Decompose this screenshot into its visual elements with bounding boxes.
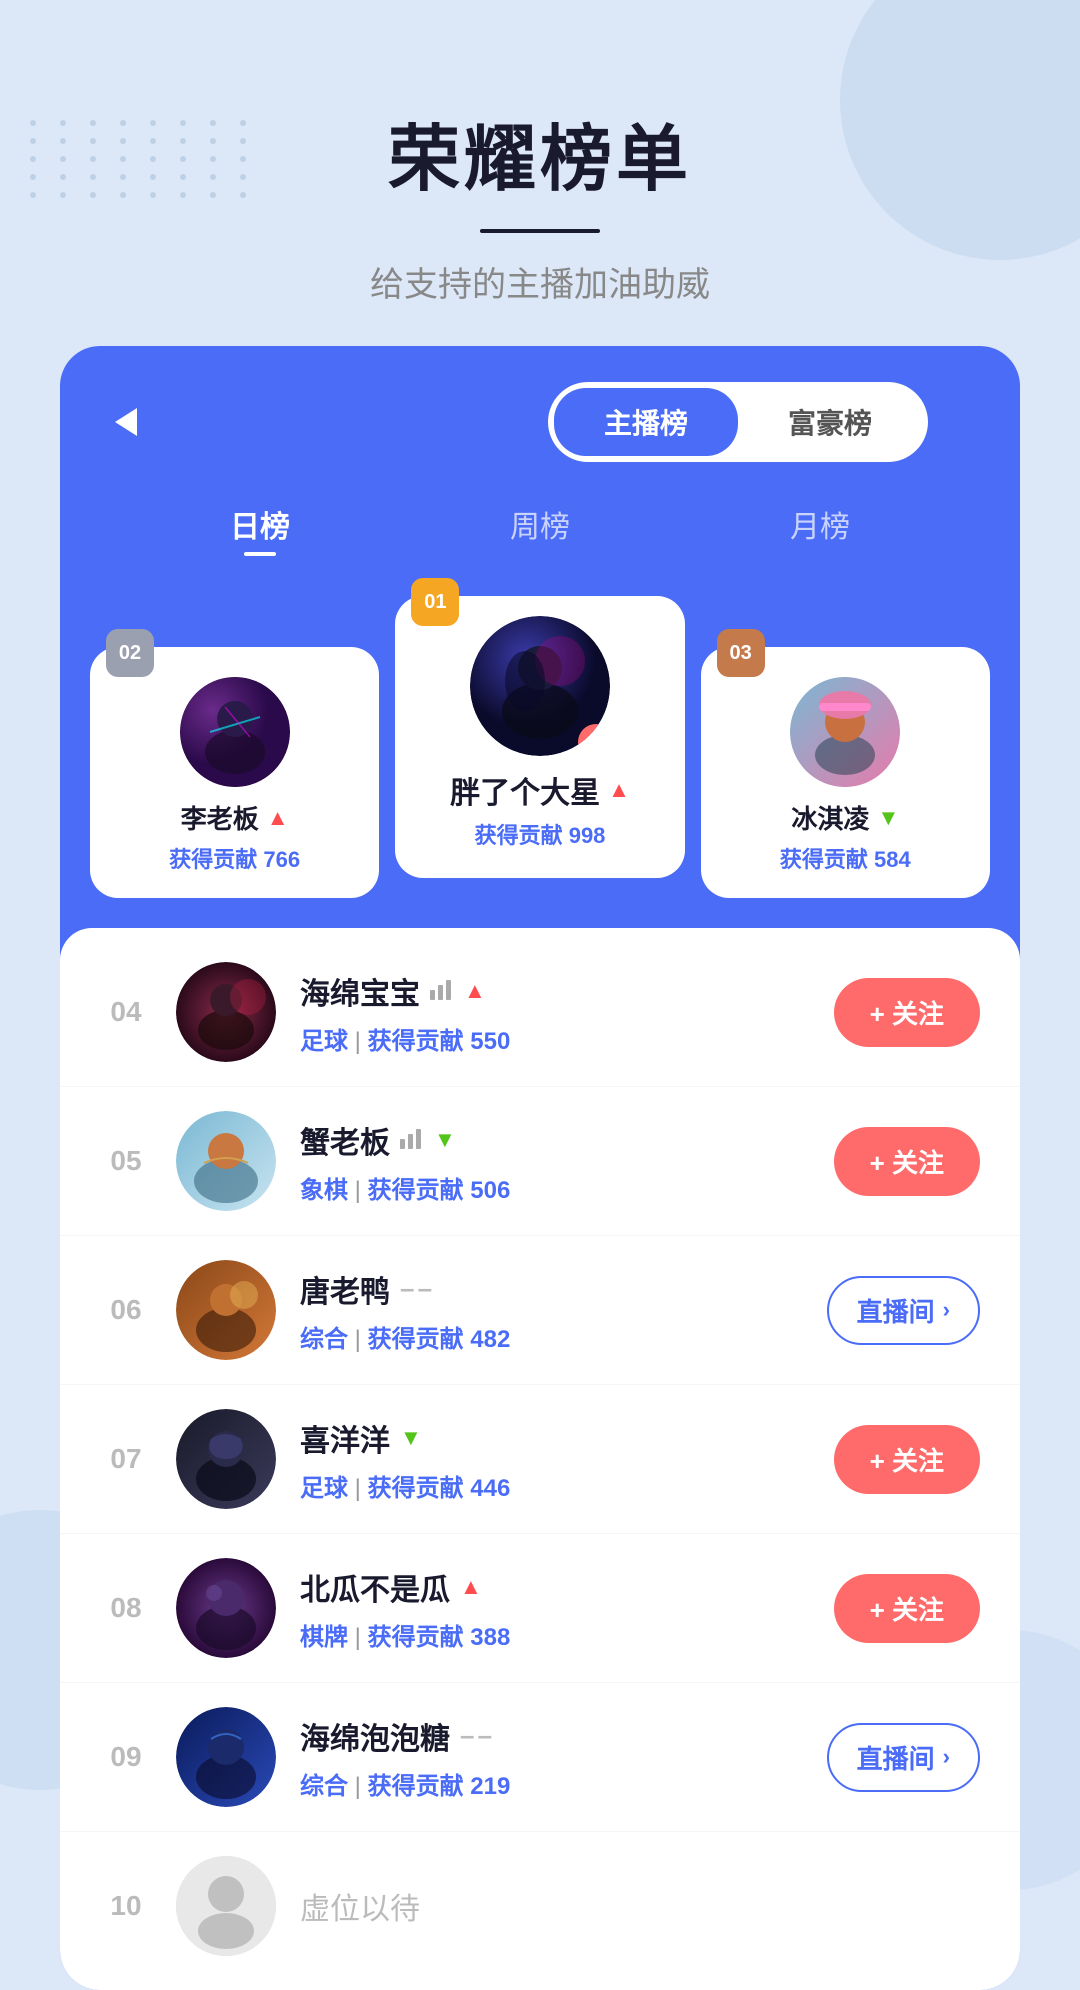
follow-btn-05[interactable]: + 关注 xyxy=(834,1127,980,1196)
page-title: 荣耀榜单 xyxy=(0,100,1080,205)
avatar-05 xyxy=(176,1111,276,1211)
podium-rank1: 01 xyxy=(395,596,684,878)
info-07: 喜洋洋 ▼ 足球 | 获得贡献 446 xyxy=(300,1416,834,1503)
sub-tab-monthly[interactable]: 月榜 xyxy=(770,492,870,556)
bar-icon-04 xyxy=(430,974,454,1008)
meta-06: 综合 | 获得贡献 482 xyxy=(300,1319,827,1354)
list-item: 08 北瓜不是瓜 ▲ 棋牌 | 获得贡献 388 + xyxy=(60,1534,1020,1683)
rank2-badge: 02 xyxy=(106,629,154,677)
tab-rich[interactable]: 富豪榜 xyxy=(738,388,922,456)
follow-btn-04[interactable]: + 关注 xyxy=(834,978,980,1047)
tab-anchor[interactable]: 主播榜 xyxy=(554,388,738,456)
rank2-name: 李老板 ▲ xyxy=(106,799,363,836)
rank1-trend-icon: ▲ xyxy=(608,777,630,803)
meta-08: 棋牌 | 获得贡献 388 xyxy=(300,1617,834,1652)
avatar-04 xyxy=(176,962,276,1062)
list-item: 07 喜洋洋 ▼ 足球 | 获得贡献 446 + 关注 xyxy=(60,1385,1020,1534)
rank1-avatar xyxy=(470,616,610,756)
trend-08: ▲ xyxy=(460,1574,482,1600)
rank3-avatar-img xyxy=(790,677,900,787)
follow-btn-08[interactable]: + 关注 xyxy=(834,1574,980,1643)
rank3-badge: 03 xyxy=(717,629,765,677)
trend-07: ▼ xyxy=(400,1425,422,1451)
info-05: 蟹老板 ▼ 象棋 | 获得贡献 506 xyxy=(300,1118,834,1205)
meta-04: 足球 | 获得贡献 550 xyxy=(300,1021,834,1056)
podium: 02 xyxy=(60,596,1020,898)
podium-rank3: 03 xyxy=(701,647,990,898)
rank-08: 08 xyxy=(100,1592,152,1624)
top-nav: 主播榜 富豪榜 xyxy=(60,346,1020,482)
header: 荣耀榜单 给支持的主播加油助威 xyxy=(0,0,1080,346)
header-divider xyxy=(480,229,600,233)
rank3-trend-icon: ▼ xyxy=(877,805,899,831)
live-btn-09[interactable]: 直播间 › xyxy=(827,1723,980,1792)
sub-tab-daily[interactable]: 日榜 xyxy=(210,492,310,556)
rank-10: 10 xyxy=(100,1890,152,1922)
podium-rank2: 02 xyxy=(90,647,379,898)
sub-tab-weekly[interactable]: 周榜 xyxy=(490,492,590,556)
list-item: 09 海绵泡泡糖 – – 综合 | 获得贡献 219 xyxy=(60,1683,1020,1832)
rank1-mic-icon xyxy=(578,724,610,756)
info-06: 唐老鸭 – – 综合 | 获得贡献 482 xyxy=(300,1267,827,1354)
info-08: 北瓜不是瓜 ▲ 棋牌 | 获得贡献 388 xyxy=(300,1565,834,1652)
name-04: 海绵宝宝 ▲ xyxy=(300,969,834,1013)
meta-05: 象棋 | 获得贡献 506 xyxy=(300,1170,834,1205)
trend-neutral-09: – – xyxy=(460,1720,490,1751)
rank1-badge: 01 xyxy=(411,578,459,626)
rank2-avatar-img xyxy=(180,677,290,787)
sub-tabs: 日榜 周榜 月榜 xyxy=(60,482,1020,586)
header-subtitle: 给支持的主播加油助威 xyxy=(0,257,1080,306)
list-item: 04 海绵宝宝 xyxy=(60,938,1020,1087)
name-06: 唐老鸭 – – xyxy=(300,1267,827,1311)
back-arrow-icon xyxy=(115,408,137,436)
meta-07: 足球 | 获得贡献 446 xyxy=(300,1468,834,1503)
rank1-name: 胖了个大星 ▲ xyxy=(411,768,668,812)
rank-05: 05 xyxy=(100,1145,152,1177)
live-btn-06[interactable]: 直播间 › xyxy=(827,1276,980,1345)
avatar-06 xyxy=(176,1260,276,1360)
rank1-contribution: 获得贡献 998 xyxy=(411,818,668,850)
avatar-09 xyxy=(176,1707,276,1807)
list-item: 06 唐老鸭 – – 综合 | 获得贡献 482 xyxy=(60,1236,1020,1385)
list-item: 05 蟹老板 xyxy=(60,1087,1020,1236)
follow-btn-07[interactable]: + 关注 xyxy=(834,1425,980,1494)
rank3-contribution: 获得贡献 584 xyxy=(717,842,974,874)
rank-04: 04 xyxy=(100,996,152,1028)
trend-04: ▲ xyxy=(464,978,486,1004)
rank-09: 09 xyxy=(100,1741,152,1773)
list-section: 04 海绵宝宝 xyxy=(60,928,1020,1990)
meta-09: 综合 | 获得贡献 219 xyxy=(300,1766,827,1801)
info-09: 海绵泡泡糖 – – 综合 | 获得贡献 219 xyxy=(300,1714,827,1801)
live-btn-arrow-icon-09: › xyxy=(943,1744,950,1770)
info-10-placeholder: 虚位以待 xyxy=(300,1884,980,1928)
rank3-avatar xyxy=(790,677,900,787)
list-item-placeholder: 10 虚位以待 xyxy=(60,1832,1020,1980)
placeholder-name: 虚位以待 xyxy=(300,1884,980,1928)
info-04: 海绵宝宝 ▲ 足球 | 获得贡献 550 xyxy=(300,969,834,1056)
rank-07: 07 xyxy=(100,1443,152,1475)
trend-neutral-06: – – xyxy=(400,1273,430,1304)
avatar-08 xyxy=(176,1558,276,1658)
main-card: 主播榜 富豪榜 日榜 周榜 月榜 02 xyxy=(60,346,1020,1990)
rank2-trend-icon: ▲ xyxy=(267,805,289,831)
avatar-07 xyxy=(176,1409,276,1509)
name-07: 喜洋洋 ▼ xyxy=(300,1416,834,1460)
live-btn-arrow-icon: › xyxy=(943,1297,950,1323)
name-09: 海绵泡泡糖 – – xyxy=(300,1714,827,1758)
trend-05: ▼ xyxy=(434,1127,456,1153)
bar-icon-05 xyxy=(400,1123,424,1157)
avatar-placeholder xyxy=(176,1856,276,1956)
name-05: 蟹老板 ▼ xyxy=(300,1118,834,1162)
main-tab-switcher: 主播榜 富豪榜 xyxy=(548,382,928,462)
rank3-name: 冰淇凌 ▼ xyxy=(717,799,974,836)
rank2-contribution: 获得贡献 766 xyxy=(106,842,363,874)
name-08: 北瓜不是瓜 ▲ xyxy=(300,1565,834,1609)
rank2-avatar xyxy=(180,677,290,787)
back-button[interactable] xyxy=(100,396,152,448)
rank-06: 06 xyxy=(100,1294,152,1326)
